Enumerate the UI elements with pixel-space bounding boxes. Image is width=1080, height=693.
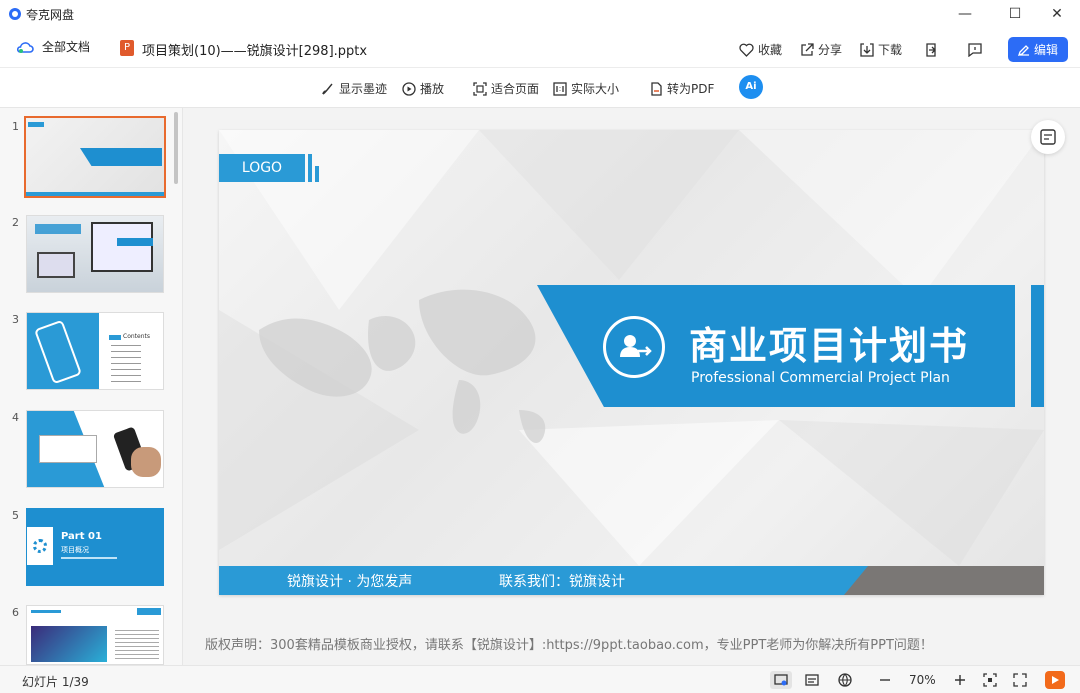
fit-window-button[interactable]: [981, 671, 999, 689]
favorite-button[interactable]: 收藏: [739, 41, 782, 58]
download-button[interactable]: 下载: [860, 41, 902, 58]
download-label: 下载: [877, 43, 902, 57]
notes-view-button[interactable]: [803, 671, 821, 689]
show-ink-label: 显示墨迹: [339, 82, 388, 96]
slide-thumb-4[interactable]: [26, 410, 164, 488]
slide-thumb-1[interactable]: [24, 116, 166, 198]
thumb-number: 5: [12, 509, 19, 522]
share-label: 分享: [817, 43, 842, 57]
thumb-number: 6: [12, 606, 19, 619]
slide-counter: 幻灯片 1/39: [22, 675, 89, 689]
share-button[interactable]: 分享: [800, 41, 842, 58]
all-docs-label: 全部文档: [42, 40, 91, 54]
slide-logo-box: LOGO: [219, 154, 305, 182]
play-icon: [402, 81, 416, 96]
slide-title: 商业项目计划书: [689, 324, 970, 368]
to-pdf-button[interactable]: 转为PDF: [649, 80, 714, 97]
zoom-level[interactable]: 70%: [909, 673, 936, 687]
maximize-button[interactable]: ☐: [992, 2, 1038, 26]
edit-button[interactable]: 编辑: [1008, 37, 1068, 62]
logo-accent-bar: [315, 166, 319, 182]
web-view-button[interactable]: [836, 671, 854, 689]
title-banner-edge: [1031, 285, 1044, 407]
play-label: 播放: [420, 82, 445, 96]
thumb5-part-label: Part 01: [61, 531, 102, 542]
floating-tool-button[interactable]: [1031, 120, 1065, 154]
slide-view-icon: [774, 674, 788, 686]
minimize-button[interactable]: —: [942, 2, 988, 26]
slide-thumb-6[interactable]: [26, 605, 164, 665]
download-icon: [860, 42, 874, 57]
slideshow-button[interactable]: [1045, 671, 1065, 689]
slide-thumb-5[interactable]: Part 01 项目概况: [26, 508, 164, 586]
export-icon: [926, 42, 936, 57]
slide-footer-dark: [844, 566, 1044, 595]
actual-size-icon: [553, 81, 567, 96]
favorite-label: 收藏: [757, 43, 782, 57]
fullscreen-icon: [1013, 673, 1027, 687]
actual-size-label: 实际大小: [571, 82, 620, 96]
play-icon: [1052, 676, 1059, 684]
thumb-number: 4: [12, 411, 19, 424]
pptx-file-icon: P: [120, 40, 134, 56]
fit-window-icon: [983, 673, 997, 687]
slide-thumb-3[interactable]: Contents: [26, 312, 164, 390]
status-bar: 幻灯片 1/39 70%: [0, 665, 1080, 693]
app-title: 夸克网盘: [26, 8, 75, 22]
title-bar: 夸克网盘 — ☐ ✕: [0, 0, 1080, 28]
slide-thumbnail-sidebar[interactable]: 1 2 3 Contents 4 5 Part 01 项目概况 6: [0, 108, 183, 665]
slide-footer-right: 联系我们：锐旗设计: [499, 574, 625, 590]
fit-page-icon: [473, 81, 487, 96]
close-button[interactable]: ✕: [1034, 2, 1080, 26]
fit-page-label: 适合页面: [491, 82, 540, 96]
ink-pen-icon: [322, 83, 333, 95]
export-button[interactable]: [924, 42, 942, 57]
file-toolbar: 全部文档 P 项目策划(10)——锐旗设计[298].pptx 收藏 分享 下载…: [0, 28, 1080, 68]
plus-icon: [955, 675, 965, 685]
play-button[interactable]: 播放: [402, 80, 444, 97]
sidebar-scrollbar[interactable]: [174, 112, 178, 184]
to-pdf-label: 转为PDF: [667, 82, 715, 96]
slide-viewer[interactable]: LOGO 商业项目计划书 Professional Commercial Pro…: [183, 108, 1080, 665]
view-toolbar: 显示墨迹 播放 适合页面 实际大小 转为PDF: [0, 68, 1080, 108]
logo-accent-bar: [308, 154, 312, 182]
actual-size-button[interactable]: 实际大小: [553, 80, 619, 97]
comment-button[interactable]: [968, 42, 986, 57]
slide-thumb-2[interactable]: [26, 215, 164, 293]
heart-icon: [739, 43, 754, 57]
share-icon: [801, 42, 814, 56]
slide-footer-left: 锐旗设计 · 为您发声: [287, 574, 413, 590]
fit-page-button[interactable]: 适合页面: [473, 80, 539, 97]
slide-canvas: LOGO 商业项目计划书 Professional Commercial Pro…: [219, 130, 1044, 595]
minus-icon: [880, 679, 890, 681]
show-ink-button[interactable]: 显示墨迹: [321, 80, 387, 97]
thumb5-sub-label: 项目概况: [61, 546, 89, 554]
user-arrow-icon: [603, 316, 665, 378]
slide-subtitle: Professional Commercial Project Plan: [691, 370, 950, 386]
file-name: 项目策划(10)——锐旗设计[298].pptx: [142, 44, 368, 59]
zoom-in-button[interactable]: [951, 671, 969, 689]
globe-icon: [838, 673, 852, 687]
edit-label: 编辑: [1033, 43, 1058, 57]
cloud-icon: [16, 41, 34, 53]
zoom-out-button[interactable]: [876, 671, 894, 689]
normal-view-button[interactable]: [770, 671, 792, 689]
thumb-number: 2: [12, 216, 19, 229]
pdf-icon: [651, 81, 662, 96]
thumb3-contents-label: Contents: [123, 333, 150, 340]
comment-icon: [968, 42, 982, 57]
notes-icon: [805, 674, 819, 686]
ai-assistant-button[interactable]: Ai: [739, 75, 763, 99]
all-docs-button[interactable]: 全部文档: [16, 38, 90, 55]
annotate-icon: [1040, 129, 1056, 145]
thumb-number: 3: [12, 313, 19, 326]
quark-logo-icon: [9, 8, 21, 20]
copyright-notice: 版权声明：300套精品模板商业授权，请联系【锐旗设计】:https://9ppt…: [205, 638, 933, 653]
fullscreen-button[interactable]: [1011, 671, 1029, 689]
thumb-number: 1: [12, 120, 19, 133]
pencil-icon: [1017, 44, 1029, 56]
